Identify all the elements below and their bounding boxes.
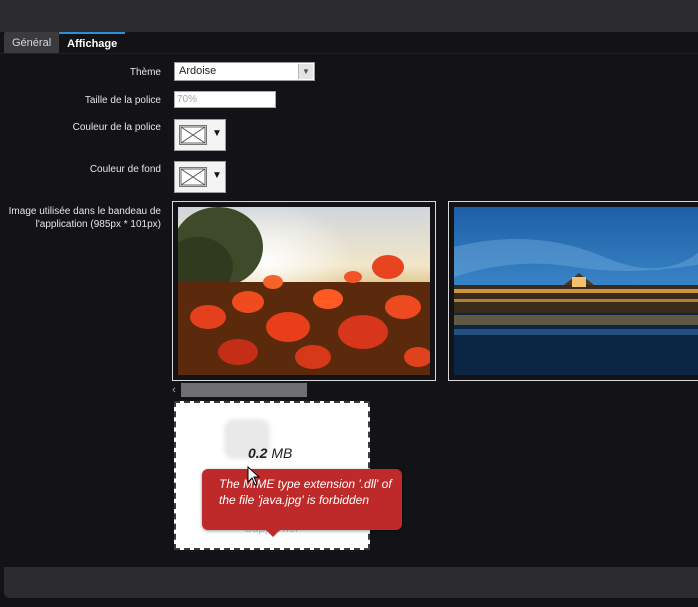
font-color-picker[interactable]: ▼ bbox=[174, 119, 226, 151]
caret-down-icon: ▼ bbox=[212, 170, 222, 181]
file-size-unit: MB bbox=[271, 445, 293, 461]
font-size-input[interactable]: 70% bbox=[174, 91, 276, 108]
theme-select[interactable]: Ardoise ▼ bbox=[174, 62, 315, 81]
tab-affichage[interactable]: Affichage bbox=[59, 32, 126, 54]
tab-bar: Général Affichage bbox=[4, 32, 126, 54]
file-size-value: 0.2 bbox=[248, 445, 268, 461]
caret-down-icon: ▼ bbox=[212, 128, 222, 139]
file-size: 0.2 MB bbox=[248, 445, 292, 461]
tab-divider bbox=[0, 53, 698, 54]
upload-error-tooltip: The MIME type extension '.dll' of the fi… bbox=[202, 469, 402, 537]
horizontal-scrollbar-thumb[interactable] bbox=[181, 383, 307, 397]
theme-label: Thème bbox=[129, 67, 161, 78]
empty-color-swatch-icon bbox=[179, 167, 207, 187]
banner-label: Image utilisée dans le bandeau de l'appl… bbox=[8, 206, 161, 230]
poppies-image bbox=[163, 207, 432, 375]
top-bar bbox=[0, 0, 698, 32]
empty-color-swatch-icon bbox=[179, 125, 207, 145]
footer-bar bbox=[4, 567, 698, 598]
banner-image-option-poppies[interactable] bbox=[163, 201, 436, 381]
scroll-left-icon[interactable]: ‹ bbox=[168, 383, 180, 397]
chevron-down-icon[interactable]: ▼ bbox=[298, 64, 313, 79]
font-color-label: Couleur de la police bbox=[72, 122, 161, 133]
bg-color-label: Couleur de fond bbox=[89, 164, 161, 175]
banner-image-option-bordeaux[interactable] bbox=[448, 201, 698, 381]
bordeaux-image bbox=[454, 207, 698, 375]
theme-select-value: Ardoise bbox=[179, 65, 217, 77]
bg-color-picker[interactable]: ▼ bbox=[174, 161, 226, 193]
tab-general[interactable]: Général bbox=[4, 32, 60, 54]
mouse-cursor-icon bbox=[247, 466, 261, 486]
font-size-label: Taille de la police bbox=[84, 95, 161, 106]
